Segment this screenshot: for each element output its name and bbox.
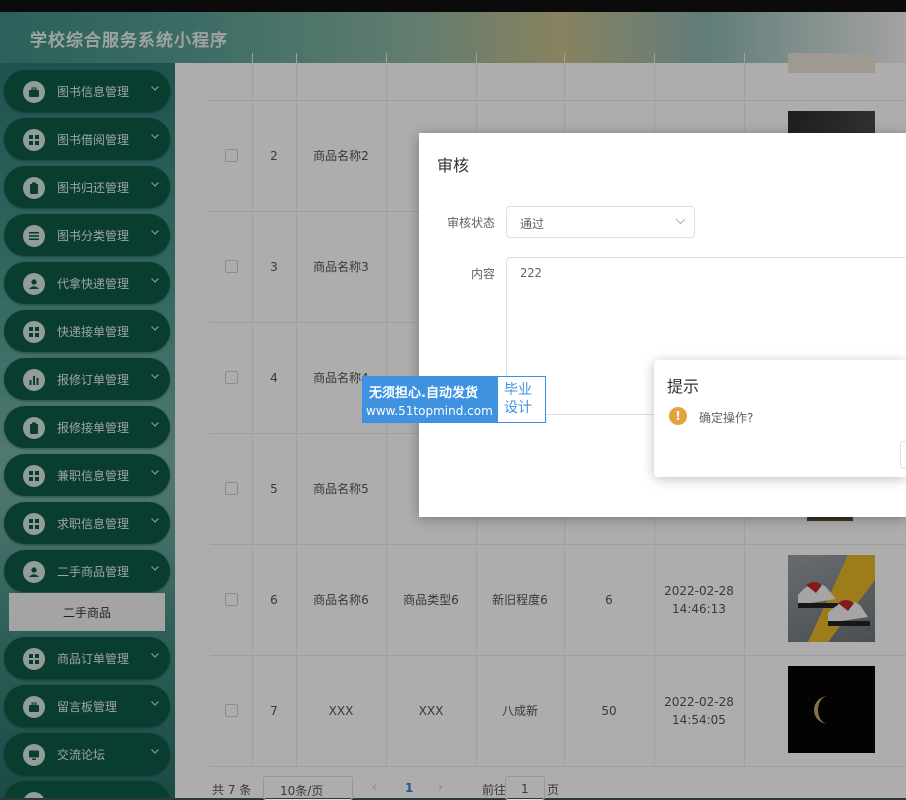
content-label: 内容 (471, 267, 496, 281)
status-select-value: 通过 (520, 217, 545, 231)
dialog-title: 审核 (437, 156, 470, 175)
confirm-message: 确定操作? (699, 411, 754, 425)
chevron-down-icon (675, 218, 686, 225)
watermark-line3: 毕业 设计 (504, 382, 532, 416)
content-textarea-value: 222 (520, 266, 542, 280)
status-select[interactable]: 通过 (506, 206, 695, 238)
status-label: 审核状态 (447, 216, 496, 230)
confirm-button-partial[interactable] (900, 441, 906, 469)
watermark-badge: 无须担心.自动发货 www.51topmind.com 毕业 设计 (362, 376, 546, 423)
warning-icon: ! (669, 407, 687, 425)
watermark-line2: www.51topmind.com (366, 404, 493, 418)
confirm-messagebox: 提示 ! 确定操作? (654, 360, 906, 477)
watermark-line1: 无须担心.自动发货 (369, 386, 478, 401)
confirm-title: 提示 (667, 377, 700, 396)
watermark-left: 无须担心.自动发货 www.51topmind.com (363, 377, 498, 422)
